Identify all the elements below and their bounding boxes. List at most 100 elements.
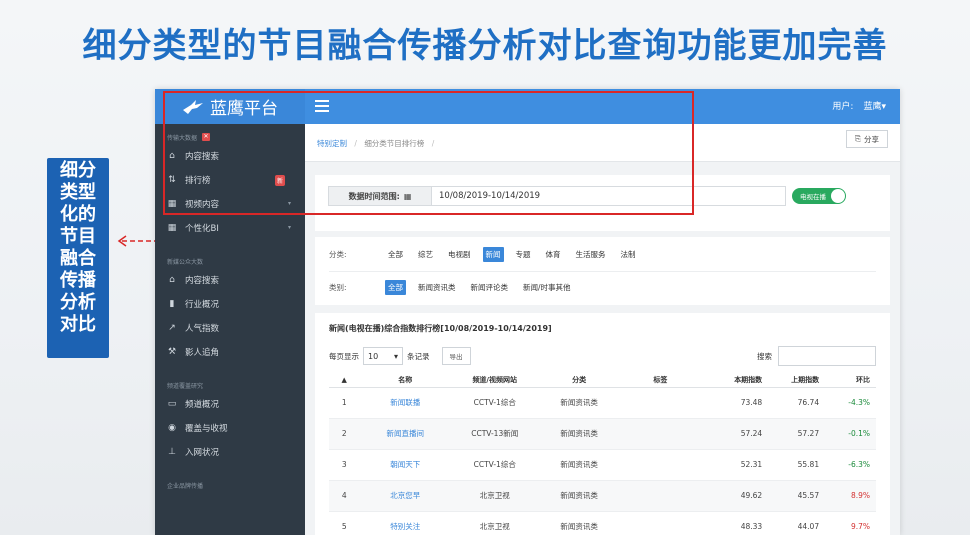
user-label: 用户: bbox=[832, 102, 854, 112]
class-label: 分类: bbox=[329, 250, 347, 259]
page-size-control: 每页显示 10 ▾ 条记录 导出 bbox=[329, 347, 471, 365]
current-index-cell: 73.48 bbox=[701, 387, 769, 419]
chevron-down-icon: ▾ bbox=[393, 351, 398, 361]
line-chart-icon: ↗ bbox=[168, 323, 176, 333]
side-callout-label: 细分 类型 化的 节目 融合 传播 分析 对比 bbox=[47, 158, 109, 358]
callout-line: 对比 bbox=[60, 314, 96, 335]
class-option[interactable]: 生活服务 bbox=[573, 247, 609, 262]
program-link[interactable]: 特别关注 bbox=[359, 511, 451, 535]
slide-title: 细分类型的节目融合传播分析对比查询功能更加完善 bbox=[82, 26, 888, 66]
sidebar-item-personal-bi[interactable]: ▦ 个性化BI ▾ bbox=[155, 216, 305, 240]
callout-line: 节目 bbox=[60, 226, 96, 247]
channel-cell: CCTV-13新闻 bbox=[451, 418, 539, 450]
table-header-row: ▲ 名称 频道/视频网站 分类 标签 本期指数 上期指数 环比 bbox=[329, 373, 876, 388]
sidebar-section-title: 企业品牌传播 bbox=[167, 482, 204, 490]
class-option[interactable]: 专题 bbox=[513, 247, 534, 262]
sidebar-item-industry[interactable]: ▮ 行业概况 bbox=[155, 292, 305, 316]
class-option[interactable]: 法制 bbox=[618, 247, 639, 262]
sidebar-section-title: 新媒公众大数 bbox=[167, 258, 204, 266]
column-header[interactable]: 分类 bbox=[538, 373, 620, 388]
share-button[interactable]: ⎘ 分享 bbox=[846, 130, 888, 148]
previous-index-cell: 55.81 bbox=[768, 449, 826, 481]
callout-line: 类型 bbox=[60, 182, 96, 203]
type-option[interactable]: 新闻资讯类 bbox=[415, 280, 459, 295]
change-cell: -6.3% bbox=[825, 449, 876, 481]
previous-index-cell: 57.27 bbox=[768, 418, 826, 450]
rank-cell: 3 bbox=[329, 449, 360, 481]
callout-line: 化的 bbox=[60, 204, 96, 225]
sidebar-item-popularity[interactable]: ↗ 人气指数 bbox=[155, 316, 305, 340]
program-link[interactable]: 新闻联播 bbox=[359, 387, 451, 419]
tag-cell bbox=[619, 511, 702, 535]
column-header[interactable]: 环比 bbox=[825, 373, 876, 388]
gavel-icon: ⚒ bbox=[167, 347, 177, 357]
page-size-select[interactable]: 10 ▾ bbox=[363, 347, 403, 365]
channel-cell: 北京卫视 bbox=[451, 480, 539, 512]
current-index-cell: 49.62 bbox=[701, 480, 769, 512]
chevron-down-icon: ▾ bbox=[287, 224, 291, 231]
on-air-toggle[interactable]: 电视在播 bbox=[792, 188, 846, 204]
rank-cell: 1 bbox=[329, 387, 360, 419]
callout-line: 细分 bbox=[60, 160, 96, 181]
callout-line: 分析 bbox=[60, 292, 96, 313]
ranking-title: 新闻(电视在播)综合指数排行榜[10/08/2019-10/14/2019] bbox=[329, 324, 552, 333]
pin-icon: ⊥ bbox=[168, 447, 176, 457]
current-index-cell: 57.24 bbox=[701, 418, 769, 450]
tag-cell bbox=[619, 449, 702, 481]
search-input[interactable] bbox=[778, 346, 876, 366]
class-option[interactable]: 全部 bbox=[385, 247, 406, 262]
sidebar-item-coverage[interactable]: ◉ 覆盖与收视 bbox=[155, 416, 305, 440]
class-option[interactable]: 电视剧 bbox=[445, 247, 474, 262]
category-cell: 新闻资讯类 bbox=[538, 387, 620, 419]
category-cell: 新闻资讯类 bbox=[538, 511, 620, 535]
rank-cell: 5 bbox=[329, 511, 360, 535]
program-link[interactable]: 北京您早 bbox=[359, 480, 451, 512]
ranking-table: ▲ 名称 频道/视频网站 分类 标签 本期指数 上期指数 环比 1 新闻联播 C bbox=[329, 373, 876, 535]
globe-icon: ◉ bbox=[168, 423, 176, 433]
tag-cell bbox=[619, 480, 702, 512]
tag-cell bbox=[619, 387, 702, 419]
sidebar-item-channel-overview[interactable]: ▭ 频道概况 bbox=[155, 392, 305, 416]
sidebar-item-content-search-2[interactable]: ⌂ 内容搜索 bbox=[155, 268, 305, 292]
type-option[interactable]: 新闻评论类 bbox=[468, 280, 512, 295]
ranking-panel: 新闻(电视在播)综合指数排行榜[10/08/2019-10/14/2019] 每… bbox=[315, 313, 890, 535]
change-cell: -4.3% bbox=[825, 387, 876, 419]
previous-index-cell: 44.07 bbox=[768, 511, 826, 535]
program-link[interactable]: 朝闻天下 bbox=[359, 449, 451, 481]
class-option[interactable]: 体育 bbox=[543, 247, 564, 262]
table-row: 3 朝闻天下 CCTV-1综合 新闻资讯类 52.31 55.81 -6.3% bbox=[329, 449, 876, 481]
sidebar-item-network[interactable]: ⊥ 入网状况 bbox=[155, 440, 305, 464]
bar-chart-icon: ▮ bbox=[169, 299, 175, 309]
category-cell: 新闻资讯类 bbox=[538, 418, 620, 450]
sidebar-section-title: 频道覆盖研究 bbox=[167, 382, 204, 390]
column-header[interactable]: 本期指数 bbox=[701, 373, 769, 388]
class-option-selected[interactable]: 新闻 bbox=[482, 247, 504, 262]
sidebar-item-celebrity[interactable]: ⚒ 影人追角 bbox=[155, 340, 305, 364]
type-option[interactable]: 新闻/时事其他 bbox=[520, 280, 574, 295]
highlight-box bbox=[163, 91, 694, 215]
user-name[interactable]: 蓝鹰▾ bbox=[863, 99, 886, 112]
sort-icon[interactable]: ▲ bbox=[329, 373, 360, 388]
class-option[interactable]: 综艺 bbox=[415, 247, 436, 262]
column-header[interactable]: 频道/视频网站 bbox=[451, 373, 539, 388]
export-button[interactable]: 导出 bbox=[441, 347, 471, 365]
program-link[interactable]: 新闻直播间 bbox=[359, 418, 451, 450]
rank-cell: 2 bbox=[329, 418, 360, 450]
column-header[interactable]: 上期指数 bbox=[768, 373, 826, 388]
category-filter-panel: 分类: 全部 综艺 电视剧 新闻 专题 体育 生活服务 法制 类别: 全部 新闻… bbox=[315, 237, 890, 305]
channel-cell: CCTV-1综合 bbox=[451, 387, 539, 419]
table-row: 2 新闻直播间 CCTV-13新闻 新闻资讯类 57.24 57.27 -0.1… bbox=[329, 418, 876, 450]
type-filter-row: 类别: 全部 新闻资讯类 新闻评论类 新闻/时事其他 bbox=[329, 280, 583, 295]
column-header[interactable]: 名称 bbox=[359, 373, 451, 388]
class-filter-row: 分类: 全部 综艺 电视剧 新闻 专题 体育 生活服务 法制 bbox=[329, 247, 648, 262]
current-index-cell: 48.33 bbox=[701, 511, 769, 535]
table-row: 5 特别关注 北京卫视 新闻资讯类 48.33 44.07 9.7% bbox=[329, 511, 876, 535]
tag-cell bbox=[619, 418, 702, 450]
category-cell: 新闻资讯类 bbox=[538, 449, 620, 481]
grid-icon: ▦ bbox=[167, 223, 177, 233]
channel-cell: 北京卫视 bbox=[451, 511, 539, 535]
user-menu[interactable]: 用户: 蓝鹰▾ bbox=[832, 99, 886, 112]
column-header[interactable]: 标签 bbox=[619, 373, 702, 388]
type-label: 类别: bbox=[329, 283, 347, 292]
type-option-selected[interactable]: 全部 bbox=[385, 280, 406, 295]
